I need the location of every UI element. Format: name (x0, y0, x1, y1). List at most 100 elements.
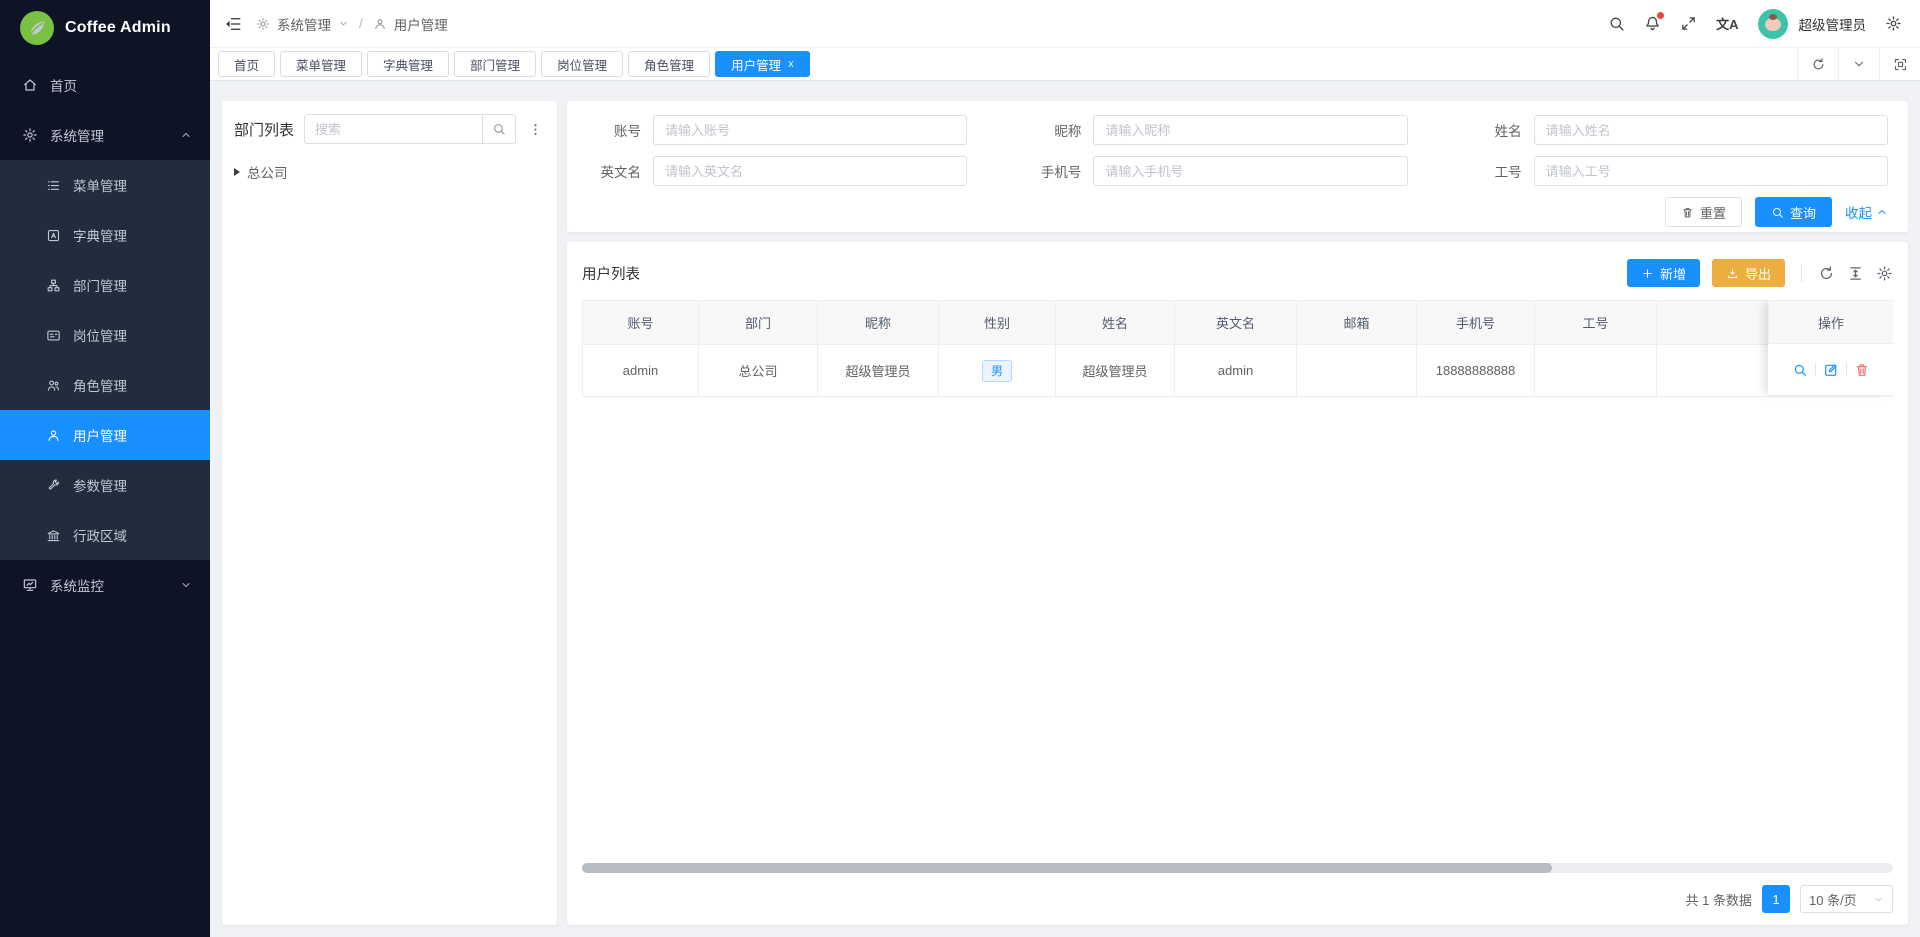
sidebar-item-system[interactable]: 系统管理 (0, 110, 210, 160)
app-logo[interactable]: Coffee Admin (0, 0, 210, 56)
more-options-icon[interactable] (526, 120, 545, 139)
pagination: 共 1 条数据 1 10 条/页 (582, 873, 1893, 915)
filter-row-1: 账号 昵称 姓名 (567, 115, 1888, 145)
col-gender[interactable]: 性别 (939, 301, 1056, 345)
close-icon[interactable]: x (788, 58, 794, 70)
tab-home[interactable]: 首页 (218, 51, 275, 77)
sidebar-item-label: 岗位管理 (73, 325, 127, 345)
sidebar-item-user-mgmt[interactable]: 用户管理 (0, 410, 210, 460)
tab-post-mgmt[interactable]: 岗位管理 (541, 51, 623, 77)
phone-input[interactable] (1093, 156, 1407, 186)
col-job-no[interactable]: 工号 (1535, 301, 1657, 345)
delete-icon[interactable] (1854, 362, 1870, 378)
list-icon (46, 178, 61, 193)
menu-fold-icon[interactable] (224, 15, 242, 33)
user-list-panel: 用户列表 新增 导出 (567, 242, 1908, 925)
plus-icon (1641, 267, 1654, 280)
user-icon (46, 428, 61, 443)
top-header: 系统管理 / 用户管理 文A 超级管理员 (210, 0, 1920, 48)
dept-search-button[interactable] (482, 115, 515, 143)
search-icon[interactable] (1608, 15, 1625, 32)
account-input[interactable] (653, 115, 967, 145)
cell-gender: 男 (939, 345, 1056, 397)
sidebar-item-admin-region[interactable]: 行政区域 (0, 510, 210, 560)
cell-dept: 总公司 (699, 345, 818, 397)
search-button[interactable]: 查询 (1755, 197, 1832, 227)
row-height-icon[interactable] (1847, 265, 1864, 282)
cell-nickname: 超级管理员 (818, 345, 939, 397)
tab-role-mgmt[interactable]: 角色管理 (628, 51, 710, 77)
export-button[interactable]: 导出 (1712, 259, 1785, 287)
sidebar-item-label: 字典管理 (73, 225, 127, 245)
field-label: 姓名 (1448, 120, 1534, 140)
maximize-layout-icon[interactable] (1879, 48, 1920, 80)
sidebar-item-dict-mgmt[interactable]: 字典管理 (0, 210, 210, 260)
tree-node-root[interactable]: 总公司 (234, 159, 545, 185)
tab-menu-mgmt[interactable]: 菜单管理 (280, 51, 362, 77)
cell-phone: 18888888888 (1417, 345, 1535, 397)
settings-gear-icon[interactable] (1885, 15, 1902, 32)
col-en-name[interactable]: 英文名 (1175, 301, 1297, 345)
sidebar-item-param-mgmt[interactable]: 参数管理 (0, 460, 210, 510)
breadcrumb-separator: / (359, 16, 363, 31)
refresh-icon[interactable] (1818, 265, 1835, 282)
refresh-icon[interactable] (1797, 48, 1838, 80)
col-phone[interactable]: 手机号 (1417, 301, 1535, 345)
sidebar-item-menu-mgmt[interactable]: 菜单管理 (0, 160, 210, 210)
en-name-input[interactable] (653, 156, 967, 186)
edit-icon[interactable] (1823, 362, 1839, 378)
fixed-operations-column: 操作 (1768, 300, 1893, 396)
fullscreen-icon[interactable] (1680, 15, 1697, 32)
sidebar-item-role-mgmt[interactable]: 角色管理 (0, 360, 210, 410)
breadcrumb-page: 用户管理 (394, 14, 448, 34)
current-user-name[interactable]: 超级管理员 (1799, 14, 1867, 34)
page-size-select[interactable]: 10 条/页 (1800, 885, 1893, 913)
field-label: 工号 (1448, 161, 1534, 181)
job-no-input[interactable] (1534, 156, 1888, 186)
wrench-icon (46, 478, 61, 493)
view-detail-icon[interactable] (1792, 362, 1808, 378)
col-email[interactable]: 邮箱 (1297, 301, 1417, 345)
scrollbar-thumb[interactable] (582, 863, 1552, 873)
tab-user-mgmt[interactable]: 用户管理 x (715, 51, 810, 77)
sidebar-item-dept-mgmt[interactable]: 部门管理 (0, 260, 210, 310)
chevron-up-icon (1876, 206, 1888, 218)
tab-dict-mgmt[interactable]: 字典管理 (367, 51, 449, 77)
chevron-down-icon[interactable] (338, 18, 349, 29)
tree-expand-caret-icon[interactable] (234, 168, 240, 176)
notification-bell-icon[interactable] (1644, 15, 1661, 32)
col-nickname[interactable]: 昵称 (818, 301, 939, 345)
add-button[interactable]: 新增 (1627, 259, 1700, 287)
sidebar-item-monitor[interactable]: 系统监控 (0, 560, 210, 610)
collapse-link[interactable]: 收起 (1845, 202, 1888, 222)
divider (1846, 363, 1847, 376)
col-name[interactable]: 姓名 (1056, 301, 1175, 345)
translate-icon[interactable]: 文A (1716, 14, 1738, 33)
table-row[interactable]: admin 总公司 超级管理员 男 超级管理员 admin 1888888888… (583, 345, 1894, 397)
name-input[interactable] (1534, 115, 1888, 145)
field-label: 手机号 (1007, 161, 1093, 181)
filter-field-name: 姓名 (1448, 115, 1888, 145)
column-settings-gear-icon[interactable] (1876, 265, 1893, 282)
home-icon (22, 77, 38, 93)
chevron-up-icon (180, 129, 192, 141)
chevron-down-icon[interactable] (1838, 48, 1879, 80)
tab-dept-mgmt[interactable]: 部门管理 (454, 51, 536, 77)
dept-search-input[interactable] (305, 115, 482, 143)
dept-tree: 总公司 (234, 159, 545, 185)
cell-email (1297, 345, 1417, 397)
col-account[interactable]: 账号 (583, 301, 699, 345)
breadcrumb-section[interactable]: 系统管理 (277, 14, 331, 34)
page-number-button[interactable]: 1 (1762, 885, 1790, 913)
right-column: 账号 昵称 姓名 英文名 (567, 101, 1908, 925)
nickname-input[interactable] (1093, 115, 1407, 145)
col-dept[interactable]: 部门 (699, 301, 818, 345)
gear-icon (256, 17, 270, 31)
sidebar-item-label: 首页 (50, 75, 77, 95)
reset-button[interactable]: 重置 (1665, 197, 1742, 227)
sidebar-item-post-mgmt[interactable]: 岗位管理 (0, 310, 210, 360)
horizontal-scrollbar[interactable] (582, 863, 1893, 873)
sidebar-item-home[interactable]: 首页 (0, 60, 210, 110)
avatar[interactable] (1758, 9, 1788, 39)
search-icon (1771, 206, 1784, 219)
